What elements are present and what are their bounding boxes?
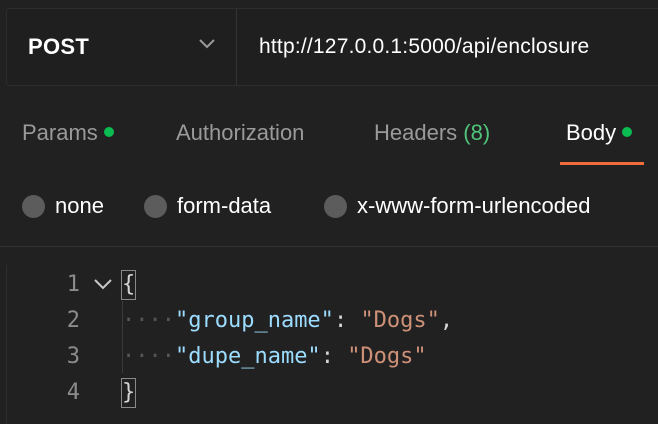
request-tabs: Params Authorization Headers (8) Body [0, 110, 658, 165]
code-text: } [120, 375, 137, 411]
radio-none-label: none [55, 193, 104, 218]
tab-params-label: Params [22, 120, 98, 145]
chevron-down-icon [199, 39, 215, 49]
json-colon: : [333, 308, 361, 333]
radio-none[interactable]: none [22, 193, 104, 219]
code-line: 4 } [0, 375, 658, 411]
radio-none-circle[interactable] [22, 194, 45, 218]
indent-dots: ···· [122, 344, 175, 369]
radio-form-data-label: form-data [177, 193, 272, 218]
line-number: 4 [66, 380, 80, 405]
json-key: "dupe_name" [174, 344, 321, 369]
radio-x-www-form-urlencoded-label: x-www-form-urlencoded [357, 193, 591, 218]
code-line: 2 ····"group_name": "Dogs", [0, 303, 658, 339]
code-text: ····"group_name": "Dogs", [122, 303, 453, 339]
url-text: http://127.0.0.1:5000/api/enclosure [259, 35, 590, 58]
url-input[interactable]: http://127.0.0.1:5000/api/enclosure [237, 9, 658, 85]
body-code-editor[interactable]: 1 { 2 ····"group_name": "Dogs", 3 ····"d… [0, 265, 658, 424]
radio-form-data[interactable]: form-data [144, 193, 271, 219]
indent-dots: ···· [122, 308, 175, 333]
fold-chevron-down-icon[interactable] [92, 277, 114, 291]
open-brace: { [120, 270, 137, 300]
tab-headers-count: (8) [463, 120, 491, 145]
json-value: "Dogs" [360, 308, 440, 333]
close-brace: } [120, 378, 137, 408]
body-type-options: none form-data x-www-form-urlencoded [0, 185, 658, 225]
tab-headers-label: Headers [374, 120, 458, 145]
code-text: { [120, 267, 137, 303]
method-select[interactable]: POST [7, 9, 237, 85]
method-label: POST [28, 34, 90, 59]
tab-headers[interactable]: Headers (8) [374, 120, 490, 146]
radio-x-www-form-urlencoded[interactable]: x-www-form-urlencoded [324, 193, 591, 219]
tab-body[interactable]: Body [566, 120, 633, 146]
tab-body-status-dot [622, 127, 633, 138]
section-divider [0, 246, 658, 247]
tab-params-status-dot [103, 127, 114, 138]
code-text: ····"dupe_name": "Dogs" [122, 339, 427, 375]
json-value: "Dogs" [347, 344, 427, 369]
json-colon: : [320, 344, 348, 369]
request-editor: POST http://127.0.0.1:5000/api/enclosure… [0, 0, 658, 424]
tab-body-label: Body [566, 120, 617, 145]
tab-params[interactable]: Params [22, 120, 114, 146]
radio-x-www-form-urlencoded-circle[interactable] [324, 194, 347, 218]
request-bar: POST http://127.0.0.1:5000/api/enclosure [6, 8, 658, 86]
json-key: "group_name" [174, 308, 334, 333]
radio-form-data-circle[interactable] [144, 194, 167, 218]
active-tab-indicator [560, 162, 644, 165]
line-number: 1 [66, 272, 80, 297]
line-number: 2 [66, 308, 80, 333]
json-comma: , [439, 308, 454, 333]
tab-authorization[interactable]: Authorization [176, 120, 304, 146]
line-number: 3 [66, 344, 80, 369]
tab-authorization-label: Authorization [176, 120, 305, 145]
code-line: 1 { [0, 267, 658, 303]
code-line: 3 ····"dupe_name": "Dogs" [0, 339, 658, 375]
